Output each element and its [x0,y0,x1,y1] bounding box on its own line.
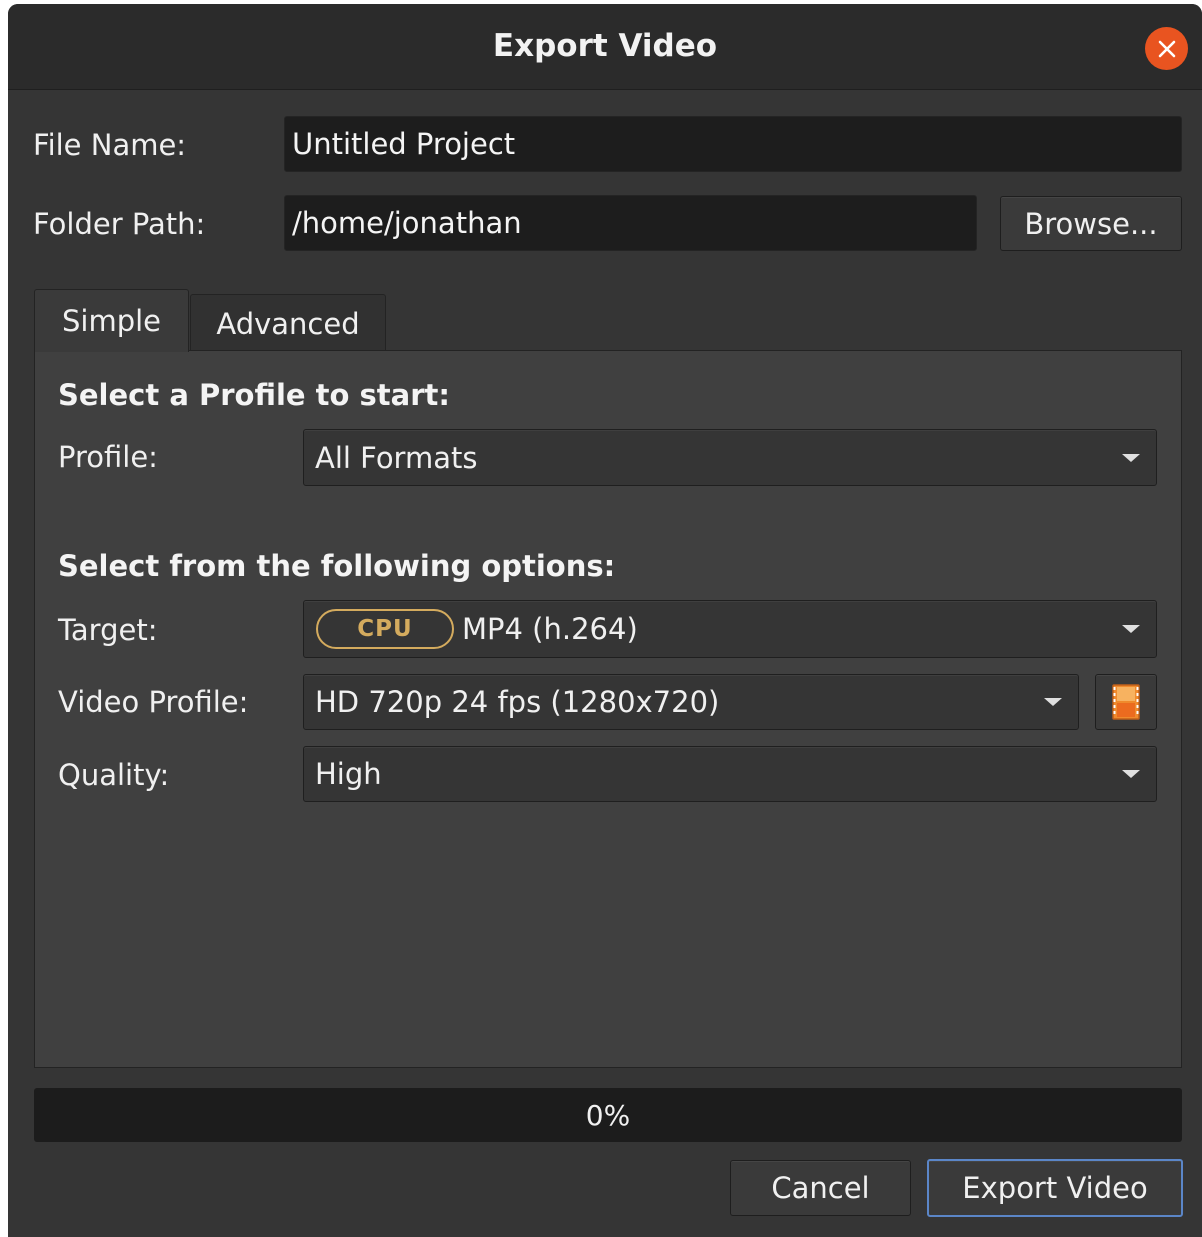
target-value: MP4 (h.264) [462,612,638,646]
folder-path-input[interactable]: /home/jonathan [284,195,977,251]
dialog-title: Export Video [492,28,718,64]
video-profile-label: Video Profile: [58,685,249,719]
target-label: Target: [58,613,158,647]
file-name-label: File Name: [33,128,187,162]
options-section-heading: Select from the following options: [58,549,616,583]
target-dropdown[interactable]: CPU MP4 (h.264) [303,600,1157,658]
cancel-button[interactable]: Cancel [730,1160,911,1216]
export-video-dialog: Export Video File Name: Untitled Project… [8,4,1202,1237]
profile-editor-button[interactable] [1095,674,1157,730]
quality-dropdown[interactable]: High [303,746,1157,802]
title-bar: Export Video [8,4,1202,90]
quality-value: High [315,757,382,791]
tab-simple[interactable]: Simple [34,289,189,352]
chevron-down-icon [1122,453,1140,462]
profile-label: Profile: [58,440,158,474]
profile-dropdown[interactable]: All Formats [303,429,1157,486]
film-strip-icon [1112,684,1140,720]
file-name-input[interactable]: Untitled Project [284,116,1182,172]
export-progress-bar: 0% [34,1088,1182,1142]
profile-value: All Formats [315,440,478,475]
profile-section-heading: Select a Profile to start: [58,378,450,412]
close-icon [1158,40,1175,57]
quality-label: Quality: [58,758,170,792]
folder-path-label: Folder Path: [33,207,206,241]
browse-button[interactable]: Browse... [1000,196,1182,251]
chevron-down-icon [1122,625,1140,633]
progress-text: 0% [585,1098,631,1132]
cpu-badge: CPU [316,609,454,649]
tab-advanced[interactable]: Advanced [190,294,386,352]
video-profile-value: HD 720p 24 fps (1280x720) [315,685,720,719]
chevron-down-icon [1044,698,1062,706]
video-profile-dropdown[interactable]: HD 720p 24 fps (1280x720) [303,674,1079,730]
chevron-down-icon [1122,770,1140,778]
close-button[interactable] [1145,27,1188,70]
export-video-button[interactable]: Export Video [927,1159,1183,1217]
